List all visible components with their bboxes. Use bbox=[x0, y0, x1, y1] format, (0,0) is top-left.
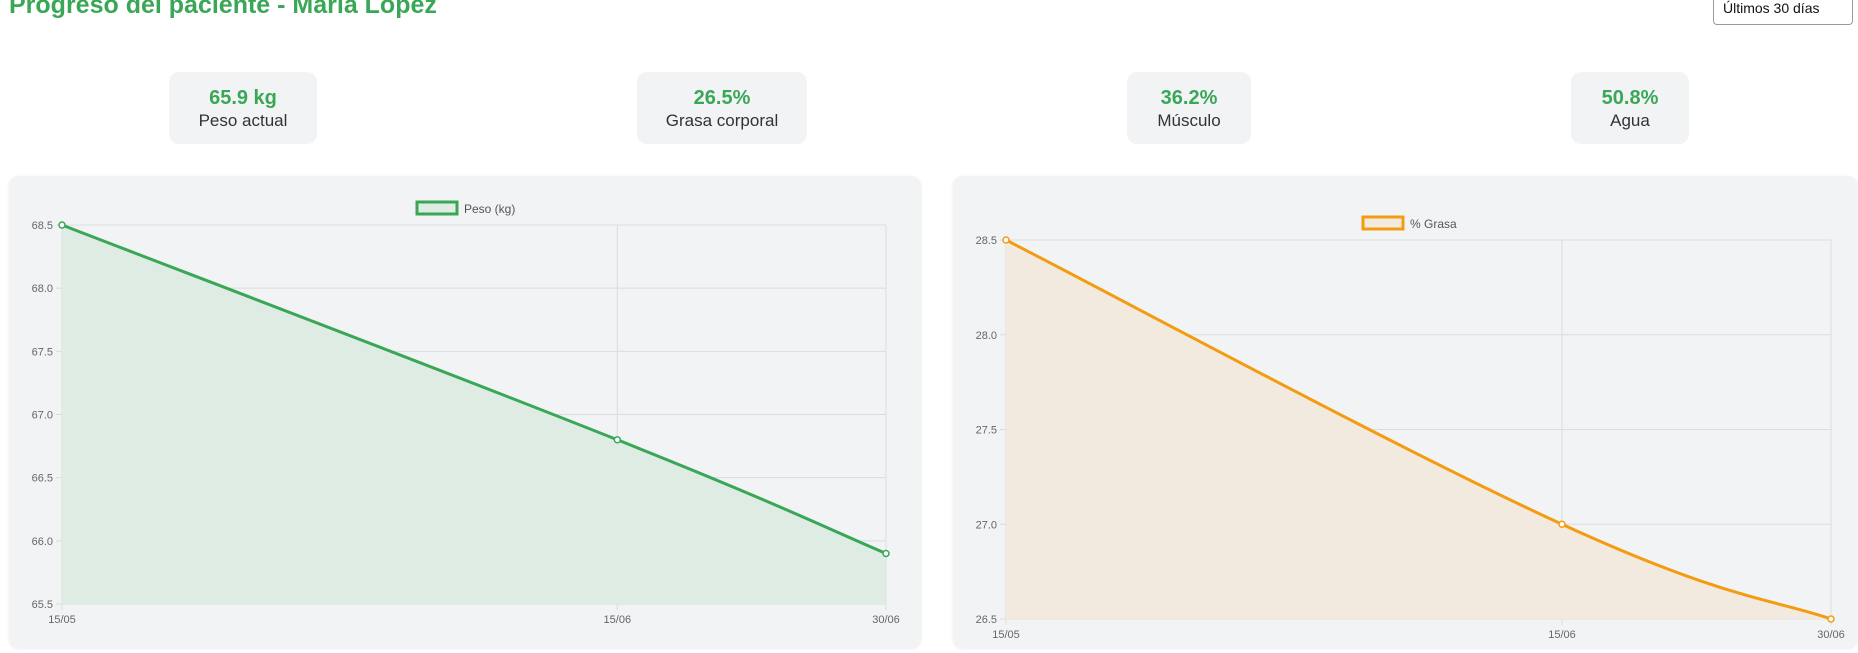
page-title: Progreso del paciente - María López bbox=[9, 0, 437, 19]
stat-value: 26.5% bbox=[693, 87, 751, 109]
stat-card-weight: 65.9 kg Peso actual bbox=[169, 72, 317, 144]
y-tick-label: 67.0 bbox=[32, 410, 53, 422]
stat-card-body-fat: 26.5% Grasa corporal bbox=[637, 72, 807, 144]
data-point bbox=[1558, 520, 1566, 528]
stat-label: Peso actual bbox=[198, 111, 288, 130]
stat-label: Músculo bbox=[1157, 111, 1221, 130]
y-tick-label: 68.5 bbox=[32, 220, 53, 232]
y-tick-label: 28.5 bbox=[976, 235, 997, 247]
stat-card-muscle: 36.2% Músculo bbox=[1127, 72, 1251, 144]
y-tick-label: 27.5 bbox=[976, 425, 997, 437]
data-point bbox=[1002, 236, 1010, 244]
weight-chart-card: 68.5 68.0 67.5 67.0 66.5 66.0 65.5 15/05 15/06 30… bbox=[9, 176, 921, 648]
stat-value: 50.8% bbox=[1601, 87, 1659, 109]
data-point bbox=[58, 221, 66, 229]
stat-label: Grasa corporal bbox=[665, 111, 779, 130]
data-point bbox=[613, 436, 622, 444]
period-select[interactable]: Últimos 30 días bbox=[1713, 0, 1853, 25]
legend-swatch bbox=[1361, 215, 1405, 231]
stat-value: 65.9 kg bbox=[209, 87, 277, 109]
stat-card-water: 50.8% Agua bbox=[1571, 72, 1689, 144]
weight-chart: 68.5 68.0 67.5 67.0 66.5 66.0 65.5 15/05 15/06 30… bbox=[32, 200, 900, 626]
y-tick-label: 27.0 bbox=[976, 519, 997, 531]
y-tick-label: 26.5 bbox=[976, 614, 997, 626]
legend-label: Peso (kg) bbox=[464, 202, 515, 216]
y-tick-label: 68.0 bbox=[32, 283, 53, 295]
body-fat-chart: 28.5 28.0 27.5 27.0 26.5 15/05 15/06 30/06 % Gra… bbox=[976, 215, 1845, 641]
x-tick-label: 15/06 bbox=[1548, 629, 1576, 641]
data-point bbox=[882, 549, 890, 558]
y-tick-label: 66.0 bbox=[32, 536, 53, 548]
legend-label: % Grasa bbox=[1410, 217, 1457, 231]
legend-swatch bbox=[415, 200, 459, 216]
stat-label: Agua bbox=[1610, 111, 1650, 130]
y-tick-label: 65.5 bbox=[32, 599, 53, 611]
body-fat-chart-card: 28.5 28.0 27.5 27.0 26.5 15/05 15/06 30/06 % Gra… bbox=[953, 176, 1858, 648]
x-tick-label: 15/05 bbox=[48, 614, 76, 626]
stat-value: 36.2% bbox=[1160, 87, 1218, 109]
y-tick-label: 66.5 bbox=[32, 473, 53, 485]
x-tick-label: 30/06 bbox=[1817, 629, 1845, 641]
x-tick-label: 15/06 bbox=[604, 614, 632, 626]
x-tick-label: 15/05 bbox=[992, 629, 1020, 641]
x-tick-label: 30/06 bbox=[872, 614, 900, 626]
y-tick-label: 28.0 bbox=[976, 330, 997, 342]
y-tick-label: 67.5 bbox=[32, 346, 53, 358]
data-point bbox=[1827, 615, 1835, 623]
